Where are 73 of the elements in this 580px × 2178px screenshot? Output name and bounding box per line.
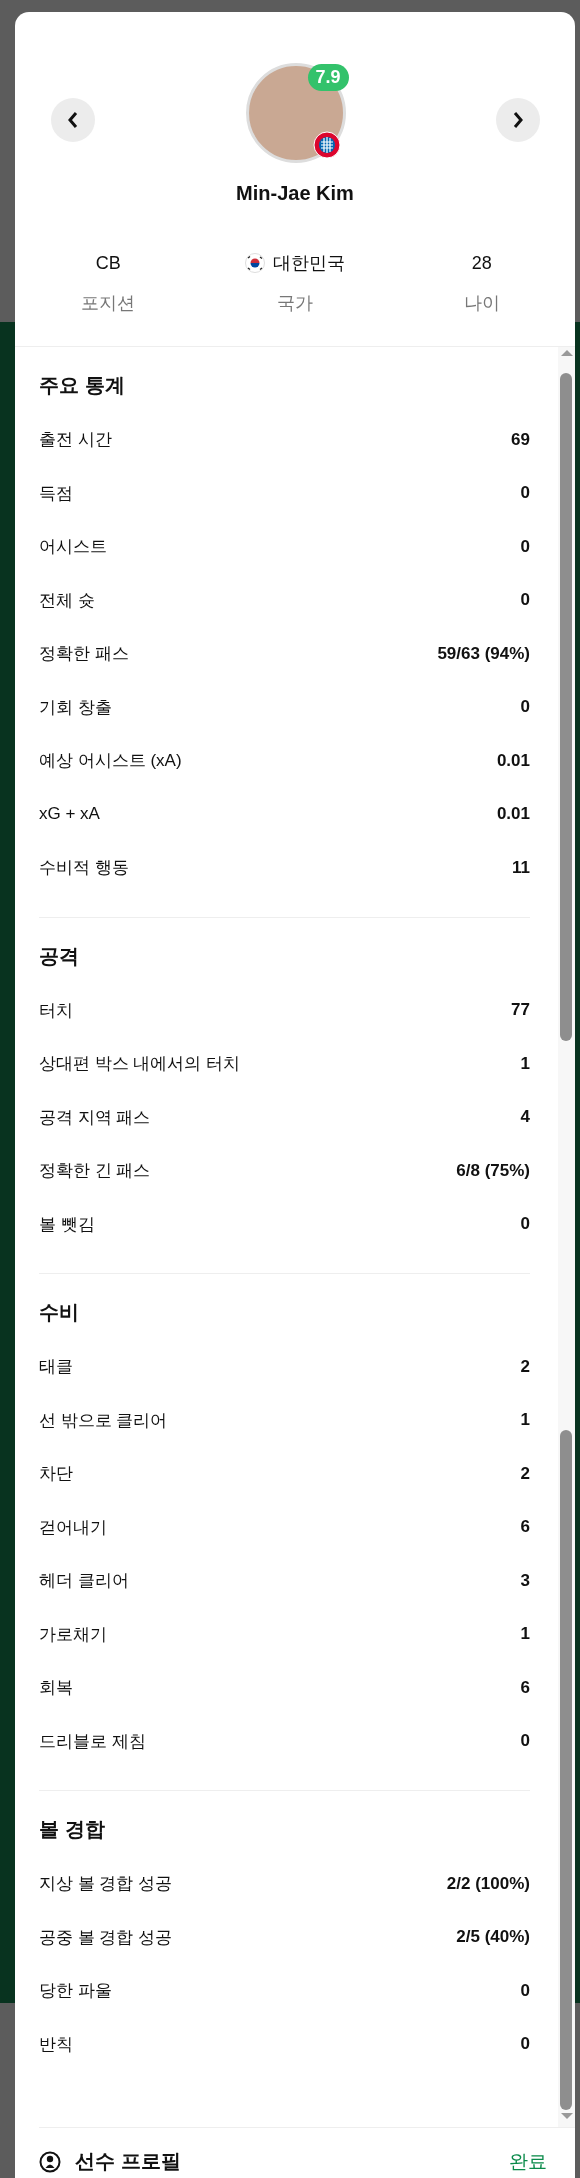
- stat-label: 지상 볼 경합 성공: [39, 1873, 173, 1896]
- stat-value: 2/2 (100%): [446, 1873, 530, 1894]
- stat-value: 1: [520, 1053, 530, 1074]
- stat-label: 정확한 긴 패스: [39, 1160, 151, 1183]
- person-icon: [39, 2150, 61, 2173]
- chevron-right-icon: [511, 110, 525, 130]
- stat-label: 드리블로 제침: [39, 1730, 146, 1753]
- club-crest-icon: [312, 131, 341, 159]
- stat-value: 11: [512, 857, 530, 878]
- stat-value: 6: [520, 1677, 530, 1698]
- stat-label: 걷어내기: [39, 1516, 107, 1539]
- stat-value: 4: [520, 1107, 530, 1128]
- stat-value: 77: [511, 1000, 530, 1021]
- player-name: Min-Jae Kim: [235, 181, 355, 205]
- stat-value: 0.01: [496, 750, 530, 771]
- stat-label: 공격 지역 패스: [39, 1106, 151, 1129]
- stat-value: 59/63 (94%): [437, 643, 530, 664]
- done-button[interactable]: 완료: [509, 2148, 547, 2175]
- section-title: 주요 통계: [39, 373, 126, 398]
- stat-value: 0: [520, 697, 530, 718]
- stat-value: 6/8 (75%): [456, 1160, 530, 1181]
- info-value: 28: [471, 252, 492, 275]
- previous-button[interactable]: [51, 98, 95, 142]
- stat-label: 회복: [39, 1677, 73, 1700]
- stat-value: 6: [520, 1517, 530, 1538]
- stat-value: 0: [520, 2034, 530, 2055]
- stat-value: 1: [520, 1410, 530, 1431]
- stat-label: 터치: [39, 999, 73, 1022]
- section-title: 볼 경합: [39, 1817, 106, 1842]
- stat-label: 출전 시간: [39, 429, 112, 452]
- stat-value: 0.01: [496, 804, 530, 825]
- section-title: 수비: [39, 1300, 80, 1325]
- section-title: 공격: [39, 943, 80, 969]
- stat-label: 볼 뺏김: [39, 1213, 95, 1236]
- stat-label: 상대편 박스 내에서의 터치: [39, 1053, 241, 1076]
- stat-label: 반칙: [39, 2033, 73, 2056]
- stat-value: 69: [511, 429, 530, 450]
- footer-title: 선수 프로필: [75, 2149, 181, 2174]
- stat-value: 0: [520, 483, 530, 504]
- info-value: CB: [95, 252, 121, 275]
- stat-label: 선 밖으로 클리어: [39, 1409, 168, 1432]
- stat-value: 1: [520, 1624, 530, 1645]
- info-label: 포지션: [81, 292, 136, 315]
- stat-label: 공중 볼 경합 성공: [39, 1926, 173, 1949]
- stat-label: 전체 슛: [39, 589, 95, 612]
- stat-label: 차단: [39, 1463, 73, 1486]
- stat-label: 수비적 행동: [39, 857, 129, 880]
- stat-value: 0: [520, 1214, 530, 1235]
- flag-icon: [245, 253, 265, 273]
- stat-value: 0: [520, 590, 530, 611]
- stat-label: 가로채기: [39, 1623, 107, 1646]
- rating-badge: 7.9: [307, 64, 349, 91]
- chevron-left-icon: [66, 110, 80, 130]
- stat-label: 당한 파울: [39, 1980, 112, 2003]
- stat-label: 예상 어시스트 (xA): [39, 750, 182, 773]
- stat-value: 2: [520, 1463, 530, 1484]
- next-button[interactable]: [496, 98, 540, 142]
- stat-value: 3: [520, 1570, 530, 1591]
- info-value: 대한민국: [273, 252, 345, 275]
- stat-label: 어시스트: [39, 536, 107, 559]
- stat-label: 정확한 패스: [39, 643, 129, 666]
- stat-value: 0: [520, 1980, 530, 2001]
- stat-label: 기회 창출: [39, 696, 112, 719]
- info-label: 나이: [463, 292, 500, 315]
- stat-label: 득점: [39, 482, 73, 505]
- stat-label: xG + xA: [39, 804, 100, 825]
- stat-label: 태클: [39, 1356, 73, 1379]
- stat-label: 헤더 클리어: [39, 1570, 129, 1593]
- stat-value: 0: [520, 1731, 530, 1752]
- stat-value: 2/5 (40%): [456, 1927, 530, 1948]
- stat-value: 0: [520, 536, 530, 557]
- stat-value: 2: [520, 1356, 530, 1377]
- info-label: 국가: [277, 292, 313, 315]
